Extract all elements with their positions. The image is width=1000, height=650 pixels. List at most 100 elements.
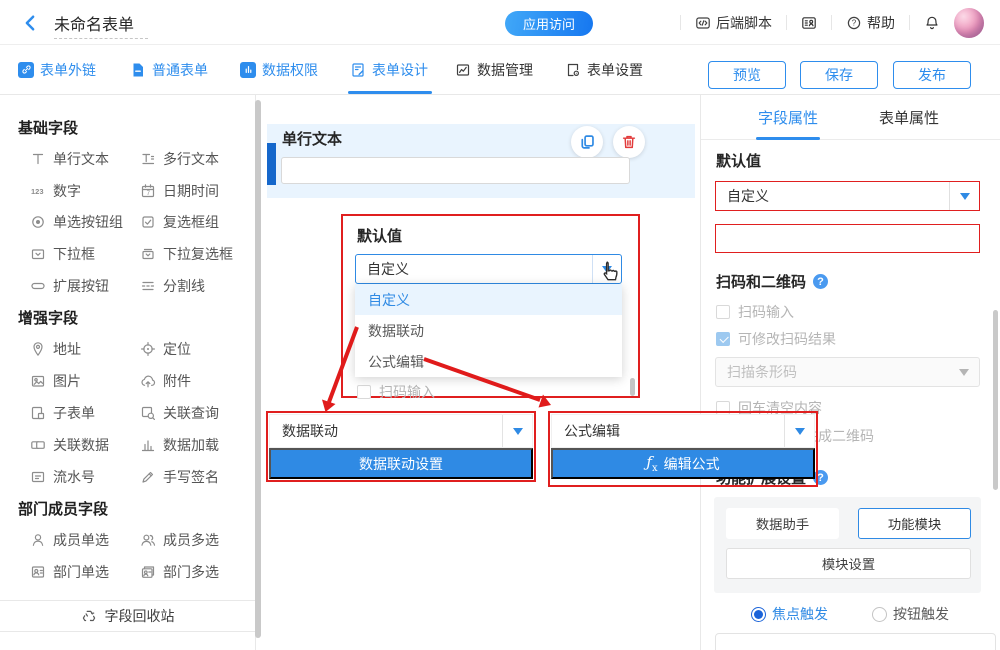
popup-default-value-label: 默认值 [357,225,402,246]
help-icon[interactable]: ? [813,274,828,289]
back-icon[interactable] [20,13,40,33]
field-label: 单行文本 [282,128,342,149]
serial-icon [30,469,46,485]
field-item-label: 关联数据 [53,435,109,455]
dropdown-option-2[interactable]: 数据联动 [355,315,622,346]
sidebar-field-item[interactable]: 关联数据 [30,433,109,457]
data-manage-icon [455,62,471,78]
toolbar-tab-label: 普通表单 [152,60,208,80]
function-module-button[interactable]: 功能模块 [858,508,971,539]
sidebar-field-item[interactable]: 地址 [30,337,81,361]
sidebar-field-item[interactable]: 图片 [30,369,81,393]
sidebar-field-item[interactable]: 下拉复选框 [140,242,233,266]
toolbar-action-button-1[interactable]: 预览 [708,61,786,89]
tab-field-properties[interactable]: 字段属性 [758,95,818,139]
panel-scrollbar[interactable] [993,310,998,490]
field-item-label: 地址 [53,339,81,359]
scan-editable-checkbox-row[interactable]: 可修改扫码结果 [716,329,836,349]
toolbar-tab-2[interactable]: 普通表单 [130,45,208,94]
sidebar-field-item[interactable]: 数据加载 [140,433,219,457]
bell-icon[interactable] [924,15,940,31]
sidebar-field-item[interactable]: 成员多选 [140,528,219,552]
field-item-label: 扩展按钮 [53,276,109,296]
scan-input-checkbox-row[interactable]: 扫码输入 [716,302,794,322]
sidebar-field-item[interactable]: 多行文本 [140,147,219,171]
chevron-down-icon [959,369,969,376]
panel-default-value-dropdown[interactable]: 自定义 [715,181,980,211]
tab-form-properties[interactable]: 表单属性 [879,95,939,139]
backend-script-button[interactable]: 后端脚本 [695,13,772,33]
sidebar-field-item[interactable]: 手写签名 [140,465,219,489]
default-value-menu: 自定义数据联动公式编辑 [355,284,622,377]
sidebar-field-item[interactable]: 部门多选 [140,560,219,584]
panel-default-value-input[interactable] [715,224,980,253]
panel-bottom-input[interactable] [715,633,996,650]
toolbar-tab-5[interactable]: 数据管理 [455,45,533,94]
module-settings-button[interactable]: 模块设置 [726,548,971,579]
sidebar-field-item[interactable]: 复选框组 [140,210,219,234]
sidebar-field-item[interactable]: 关联查询 [140,401,219,425]
delete-field-button[interactable] [613,126,645,158]
field-item-label: 附件 [163,371,191,391]
toolbar-tab-4[interactable]: 表单设计 [350,45,428,94]
dropdown-option-3[interactable]: 公式编辑 [355,346,622,377]
sidebar-scrollbar[interactable] [255,100,261,638]
popup-scrollbar[interactable] [630,378,635,396]
scan-input-row-behind[interactable]: 扫码输入 [357,382,435,402]
checkbox-unchecked [716,305,730,319]
button-trigger-radio[interactable]: 按钮触发 [872,604,949,624]
sidebar-field-item[interactable]: 下拉框 [30,242,95,266]
linkage-dropdown[interactable]: 数据联动 [269,414,533,448]
dropdown-option-1[interactable]: 自定义 [355,284,622,315]
focus-trigger-radio[interactable]: 焦点触发 [751,604,828,624]
field-item-label: 下拉框 [53,244,95,264]
field-text-input[interactable] [281,157,630,184]
sidebar-field-item[interactable]: 分割线 [140,274,205,298]
toolbar-action-button-2[interactable]: 保存 [800,61,878,89]
default-value-dropdown[interactable]: 自定义 [355,254,622,284]
field-recycle-bin[interactable]: 字段回收站 [0,600,255,632]
linkage-settings-button[interactable]: 数据联动设置 [269,448,533,479]
toolbar-tab-3[interactable]: 数据权限 [240,45,318,94]
sidebar-field-item[interactable]: 单选按钮组 [30,210,123,234]
toolbar-tab-6[interactable]: 表单设置 [565,45,643,94]
radio-selected [751,607,766,622]
toolbar-tab-label: 表单外链 [40,60,96,80]
sidebar-field-item[interactable]: 定位 [140,337,191,361]
form-title[interactable]: 未命名表单 [54,11,148,39]
form-toolbar: 表单外链 普通表单 数据权限 表单设计数据管理表单设置 预览保存发布 [0,45,1000,95]
sidebar-field-item[interactable]: 扩展按钮 [30,274,109,298]
copy-field-button[interactable] [571,126,603,158]
help-icon[interactable]: ? [813,470,828,485]
app-access-button[interactable]: 应用访问 [505,11,593,36]
sidebar-field-item[interactable]: 部门单选 [30,560,109,584]
panel-tabs: 字段属性 表单属性 [701,95,1000,140]
depts-icon [140,564,156,580]
sidebar-field-item[interactable]: 成员单选 [30,528,109,552]
default-value-label: 默认值 [716,150,761,171]
sidebar-field-item[interactable]: 7日期时间 [140,179,219,203]
toolbar-tab-1[interactable]: 表单外链 [18,45,96,94]
text-multi-icon [140,151,156,167]
sidebar-field-item[interactable]: 单行文本 [30,147,109,171]
checkbox-checked [716,332,730,346]
toolbar-action-button-3[interactable]: 发布 [893,61,971,89]
sidebar-field-item[interactable]: 附件 [140,369,191,393]
toolbar-tab-label: 数据权限 [262,60,318,80]
field-item-label: 成员多选 [163,530,219,550]
target-icon [140,341,156,357]
help-button[interactable]: ? 帮助 [846,13,895,33]
field-item-label: 部门多选 [163,562,219,582]
sidebar-field-item[interactable]: 流水号 [30,465,95,489]
formula-dropdown[interactable]: 公式编辑 [551,414,815,448]
contact-card-icon[interactable] [801,15,817,31]
field-item-label: 图片 [53,371,81,391]
copy-icon [578,133,596,151]
edit-formula-button[interactable]: ƒx 编辑公式 [551,448,815,479]
avatar[interactable] [954,8,984,38]
data-assistant-button[interactable]: 数据助手 [726,508,839,539]
field-library-sidebar: 字段回收站 基础字段单行文本多行文本123数字7日期时间单选按钮组复选框组下拉框… [0,95,256,650]
sidebar-field-item[interactable]: 子表单 [30,401,95,425]
field-item-label: 成员单选 [53,530,109,550]
sidebar-field-item[interactable]: 123数字 [30,179,81,203]
